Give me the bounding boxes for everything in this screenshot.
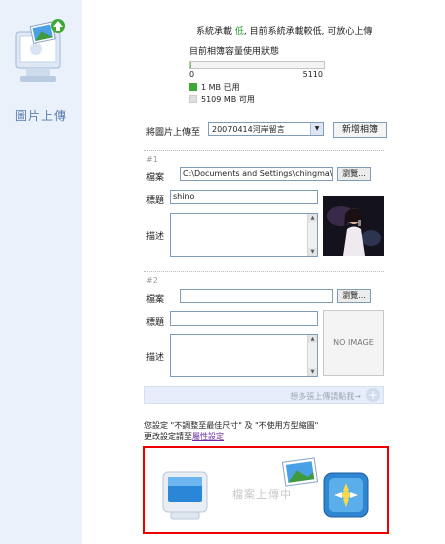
uploading-label: 檔案上傳中 bbox=[232, 488, 292, 501]
album-select[interactable]: 20070414河岸留言 ▼ bbox=[208, 122, 324, 136]
more-uploads-bar[interactable]: 想多張上傳請點我→ + bbox=[144, 386, 384, 404]
title-label: 標題 bbox=[146, 196, 165, 206]
destination-label: 將圖片上傳至 bbox=[146, 128, 201, 138]
browse-button[interactable]: 瀏覽... bbox=[337, 289, 371, 303]
no-image-placeholder: NO IMAGE bbox=[323, 310, 384, 376]
photo-album-icon bbox=[323, 472, 369, 518]
capacity-max: 5110 bbox=[302, 70, 323, 79]
description-textarea[interactable]: ▲ ▼ bbox=[170, 213, 318, 257]
photo-thumbnail bbox=[323, 196, 384, 256]
description-textarea[interactable]: ▲ ▼ bbox=[170, 334, 318, 377]
properties-settings-link[interactable]: 屬性設定 bbox=[192, 432, 224, 441]
settings-note-prefix: 更改設定請至 bbox=[144, 432, 192, 441]
title-input[interactable]: shino bbox=[170, 190, 318, 204]
free-label: 5109 MB 可用 bbox=[201, 95, 255, 104]
monitor-photo-upload-icon bbox=[15, 19, 65, 82]
file-label: 檔案 bbox=[146, 295, 165, 305]
scrollbar[interactable]: ▲ ▼ bbox=[307, 335, 317, 376]
title-input[interactable] bbox=[170, 311, 318, 326]
capacity-label: 目前相簿容量使用狀態 bbox=[189, 47, 280, 57]
description-label: 描述 bbox=[146, 232, 165, 242]
scroll-up-icon[interactable]: ▲ bbox=[308, 214, 317, 222]
capacity-min: 0 bbox=[189, 70, 195, 79]
capacity-legend: 1 MB 已用 5109 MB 可用 bbox=[189, 82, 325, 106]
settings-note: 您設定 "不調整至最佳尺寸" 及 "不使用方型縮圖" 更改設定請至屬性設定 bbox=[144, 420, 318, 442]
title-label: 標題 bbox=[146, 318, 165, 328]
free-swatch bbox=[189, 95, 197, 103]
used-swatch bbox=[189, 83, 197, 91]
album-select-value: 20070414河岸留言 bbox=[212, 125, 285, 134]
item-number: #2 bbox=[146, 276, 158, 285]
scroll-down-icon[interactable]: ▼ bbox=[308, 368, 317, 376]
computer-icon bbox=[162, 471, 208, 520]
browse-button[interactable]: 瀏覽... bbox=[337, 167, 371, 181]
more-uploads-label[interactable]: 想多張上傳請點我→ bbox=[290, 391, 361, 402]
settings-note-line1: 您設定 "不調整至最佳尺寸" 及 "不使用方型縮圖" bbox=[144, 421, 319, 430]
used-label: 1 MB 已用 bbox=[201, 83, 240, 92]
photo-icon bbox=[281, 457, 319, 487]
scroll-up-icon[interactable]: ▲ bbox=[308, 335, 317, 343]
capacity-bar-fill bbox=[190, 62, 192, 68]
file-input[interactable] bbox=[180, 289, 333, 303]
description-label: 描述 bbox=[146, 353, 165, 363]
status-prefix: 系統承載 bbox=[196, 27, 235, 37]
capacity-panel: 目前相簿容量使用狀態 0 5110 1 MB 已用 5109 MB 可用 bbox=[189, 44, 325, 106]
chevron-down-icon[interactable]: ▼ bbox=[310, 123, 323, 135]
status-level: 低 bbox=[234, 27, 244, 37]
plus-circle-icon[interactable]: + bbox=[366, 388, 380, 402]
scrollbar[interactable]: ▲ ▼ bbox=[307, 214, 317, 256]
capacity-scale: 0 5110 bbox=[189, 70, 325, 81]
new-album-button[interactable]: 新增相簿 bbox=[333, 122, 387, 138]
file-input[interactable]: C:\Documents and Settings\chingma\ bbox=[180, 167, 333, 181]
status-suffix: , 目前系統承載較低, 可放心上傳 bbox=[243, 27, 373, 37]
capacity-bar bbox=[189, 61, 325, 69]
item-number: #1 bbox=[146, 155, 158, 164]
sidebar: 圖片上傳 bbox=[0, 0, 83, 544]
divider bbox=[144, 271, 384, 272]
scroll-down-icon[interactable]: ▼ bbox=[308, 248, 317, 256]
file-label: 檔案 bbox=[146, 173, 165, 183]
divider bbox=[144, 150, 384, 151]
system-load-status: 系統承載 低, 目前系統承載較低, 可放心上傳 bbox=[196, 24, 372, 37]
sidebar-title: 圖片上傳 bbox=[14, 109, 67, 123]
